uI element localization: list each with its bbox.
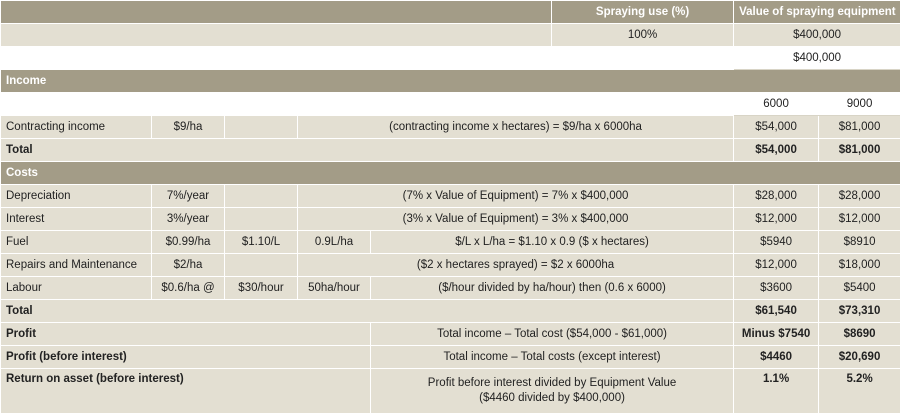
labour-rate: $0.6/ha @ — [151, 276, 225, 300]
spraying-equipment-table: Spraying use (%) Value of spraying equip… — [0, 0, 900, 414]
profit-before-interest-row: Profit (before interest) Total income – … — [0, 345, 900, 369]
contracting-value-2: $81,000 — [818, 115, 900, 139]
hectares-2: 9000 — [818, 92, 900, 116]
spraying-use-header: Spraying use (%) — [551, 0, 735, 24]
contracting-value-1: $54,000 — [733, 115, 820, 139]
equipment-value-1: $400,000 — [733, 23, 900, 47]
return-on-asset-value-2: 5.2% — [818, 368, 900, 414]
return-on-asset-formula-line2: ($4460 divided by $400,000) — [479, 392, 625, 404]
interest-label: Interest — [0, 207, 152, 231]
depreciation-rate: 7%/year — [151, 184, 225, 208]
labour-row: Labour $0.6/ha @ $30/hour 50ha/hour ($/h… — [0, 276, 900, 300]
costs-total-2: $73,310 — [818, 299, 900, 323]
fuel-price: $1.10/L — [224, 230, 298, 254]
costs-total-label: Total — [0, 299, 735, 323]
profit-value-2: $8690 — [818, 322, 900, 346]
contracting-rate: $9/ha — [151, 115, 225, 139]
profit-row: Profit Total income – Total cost ($54,00… — [0, 322, 900, 346]
depreciation-value-1: $28,000 — [733, 184, 820, 208]
repairs-label: Repairs and Maintenance — [0, 253, 152, 277]
repairs-value-2: $18,000 — [818, 253, 900, 277]
repairs-row: Repairs and Maintenance $2/ha ($2 x hect… — [0, 253, 900, 277]
return-on-asset-label: Return on asset (before interest) — [0, 368, 371, 414]
equipment-value-row: $400,000 — [0, 46, 900, 70]
depreciation-value-2: $28,000 — [818, 184, 900, 208]
return-on-asset-formula: Profit before interest divided by Equipm… — [369, 368, 735, 414]
labour-value-2: $5400 — [818, 276, 900, 300]
contracting-formula: (contracting income x hectares) = $9/ha … — [296, 115, 735, 139]
hectares-row: 6000 9000 — [0, 92, 900, 116]
equipment-value-2: $400,000 — [733, 46, 900, 70]
income-total-2: $81,000 — [818, 138, 900, 162]
profit-value-1: Minus $7540 — [733, 322, 820, 346]
labour-formula: ($/hour divided by ha/hour) then (0.6 x … — [369, 276, 735, 300]
fuel-rate: $0.99/ha — [151, 230, 225, 254]
contracting-label: Contracting income — [0, 115, 152, 139]
income-section-row: Income — [0, 69, 900, 93]
profit-before-interest-value-2: $20,690 — [818, 345, 900, 369]
return-on-asset-row: Return on asset (before interest) Profit… — [0, 368, 900, 414]
fuel-row: Fuel $0.99/ha $1.10/L 0.9L/ha $/L x L/ha… — [0, 230, 900, 254]
repairs-rate: $2/ha — [151, 253, 225, 277]
labour-label: Labour — [0, 276, 152, 300]
income-total-label: Total — [0, 138, 735, 162]
fuel-value-2: $8910 — [818, 230, 900, 254]
costs-total-row: Total $61,540 $73,310 — [0, 299, 900, 323]
costs-section-label: Costs — [0, 161, 900, 185]
depreciation-label: Depreciation — [0, 184, 152, 208]
profit-label: Profit — [0, 322, 371, 346]
labour-usage: 50ha/hour — [297, 276, 371, 300]
income-total-1: $54,000 — [733, 138, 820, 162]
labour-price: $30/hour — [224, 276, 298, 300]
fuel-value-1: $5940 — [733, 230, 820, 254]
header-row: Spraying use (%) Value of spraying equip… — [0, 0, 900, 24]
profit-before-interest-formula: Total income – Total costs (except inter… — [369, 345, 735, 369]
income-section-label: Income — [0, 69, 900, 93]
return-on-asset-formula-line1: Profit before interest divided by Equipm… — [427, 377, 677, 389]
interest-rate: 3%/year — [151, 207, 225, 231]
fuel-usage: 0.9L/ha — [297, 230, 371, 254]
header-blank — [0, 0, 553, 24]
labour-value-1: $3600 — [733, 276, 820, 300]
costs-section-row: Costs — [0, 161, 900, 185]
profit-formula: Total income – Total cost ($54,000 - $61… — [369, 322, 735, 346]
fuel-label: Fuel — [0, 230, 152, 254]
profit-before-interest-label: Profit (before interest) — [0, 345, 371, 369]
interest-value-2: $12,000 — [818, 207, 900, 231]
spraying-values-row: 100% $400,000 — [0, 23, 900, 47]
fuel-formula: $/L x L/ha = $1.10 x 0.9 ($ x hectares) — [369, 230, 735, 254]
interest-formula: (3% x Value of Equipment) = 3% x $400,00… — [296, 207, 735, 231]
income-total-row: Total $54,000 $81,000 — [0, 138, 900, 162]
repairs-value-1: $12,000 — [733, 253, 820, 277]
interest-value-1: $12,000 — [733, 207, 820, 231]
return-on-asset-value-1: 1.1% — [733, 368, 820, 414]
profit-before-interest-value-1: $4460 — [733, 345, 820, 369]
equipment-value-header: Value of spraying equipment — [733, 0, 900, 24]
repairs-formula: ($2 x hectares sprayed) = $2 x 6000ha — [296, 253, 735, 277]
interest-row: Interest 3%/year (3% x Value of Equipmen… — [0, 207, 900, 231]
hectares-1: 6000 — [733, 92, 820, 116]
depreciation-row: Depreciation 7%/year (7% x Value of Equi… — [0, 184, 900, 208]
costs-total-1: $61,540 — [733, 299, 820, 323]
contracting-income-row: Contracting income $9/ha (contracting in… — [0, 115, 900, 139]
spraying-use-value: 100% — [551, 23, 735, 47]
depreciation-formula: (7% x Value of Equipment) = 7% x $400,00… — [296, 184, 735, 208]
